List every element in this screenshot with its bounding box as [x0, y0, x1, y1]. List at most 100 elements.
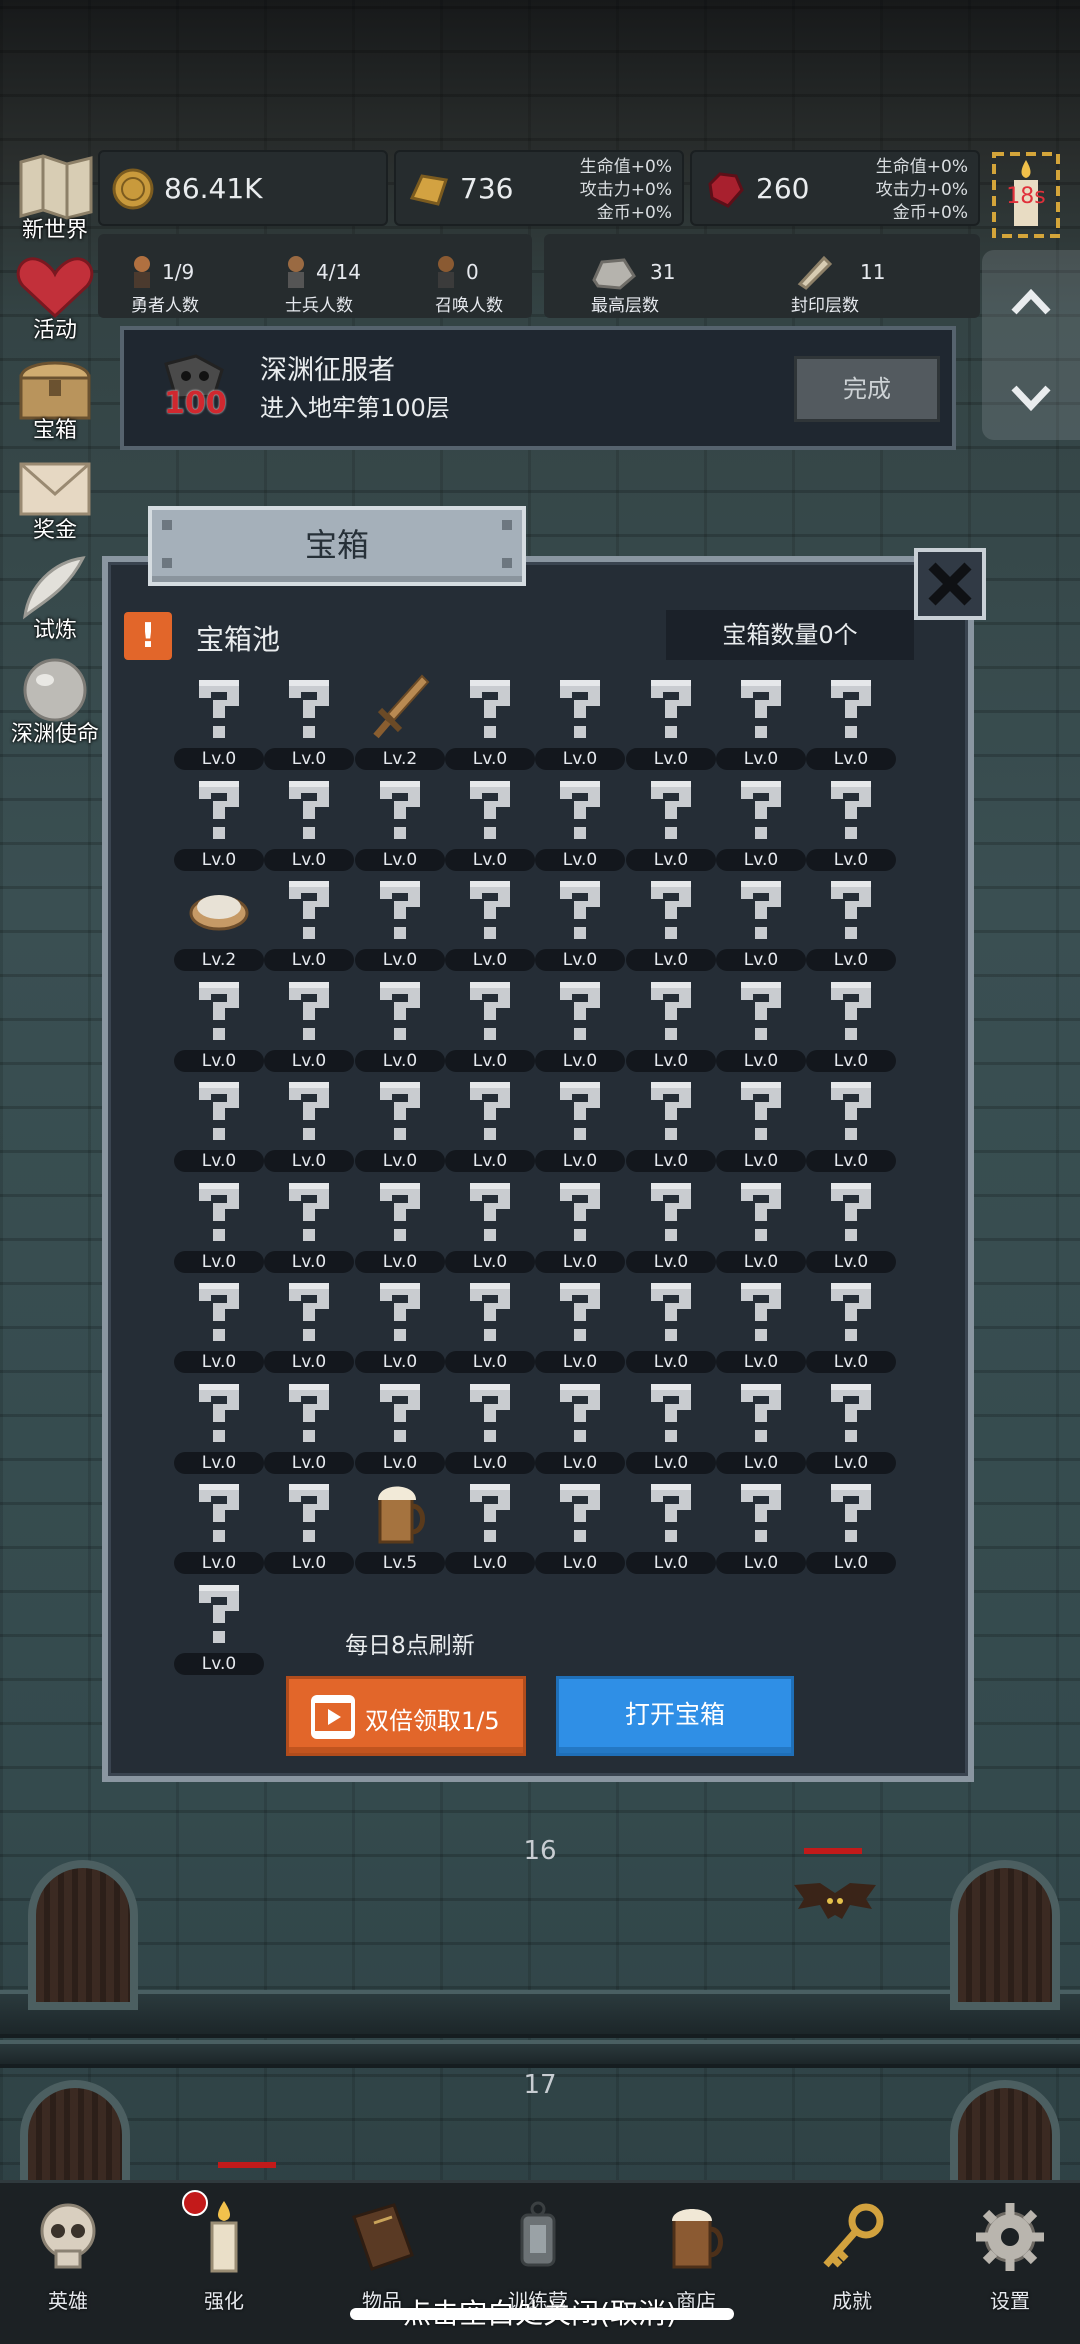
chest-item-cell[interactable]: Lv.0 — [626, 974, 716, 1072]
chest-item-cell[interactable]: Lv.0 — [806, 873, 896, 971]
chest-item-cell[interactable]: Lv.0 — [264, 1376, 354, 1474]
chest-item-cell[interactable]: Lv.0 — [626, 1275, 716, 1373]
chest-item-cell[interactable]: Lv.0 — [174, 1275, 264, 1373]
chest-item-cell[interactable]: Lv.0 — [264, 1175, 354, 1273]
chest-item-cell[interactable]: Lv.0 — [535, 672, 625, 770]
chest-item-cell[interactable]: Lv.0 — [716, 873, 806, 971]
item-level: Lv.0 — [535, 1452, 625, 1474]
arrow-up-icon[interactable] — [1008, 280, 1054, 326]
chest-item-cell[interactable]: Lv.0 — [264, 974, 354, 1072]
beer-mug-icon — [378, 1486, 425, 1544]
chest-item-cell[interactable]: Lv.0 — [535, 1275, 625, 1373]
chest-item-cell[interactable]: Lv.0 — [535, 1476, 625, 1574]
chest-item-cell[interactable]: Lv.2 — [355, 672, 445, 770]
item-level: Lv.0 — [806, 1351, 896, 1373]
chest-item-cell[interactable]: Lv.0 — [716, 974, 806, 1072]
chest-item-cell[interactable]: Lv.0 — [806, 1476, 896, 1574]
chest-item-cell[interactable]: Lv.0 — [716, 672, 806, 770]
chest-item-cell[interactable]: Lv.0 — [355, 873, 445, 971]
item-level: Lv.0 — [174, 748, 264, 770]
chest-item-cell[interactable]: Lv.0 — [445, 1074, 535, 1172]
chest-item-cell[interactable]: Lv.0 — [626, 1376, 716, 1474]
candle-timer[interactable]: 18s — [986, 150, 1066, 240]
chest-item-cell[interactable]: Lv.0 — [264, 672, 354, 770]
close-button[interactable] — [914, 548, 986, 620]
chest-item-cell[interactable]: Lv.0 — [264, 873, 354, 971]
item-level: Lv.0 — [626, 1452, 716, 1474]
chest-item-cell[interactable]: Lv.0 — [626, 672, 716, 770]
chest-item-cell[interactable]: Lv.0 — [445, 1476, 535, 1574]
side-menu-bonus[interactable]: 奖金 — [0, 452, 110, 543]
stat-label: 勇者人数 — [131, 296, 199, 316]
chest-item-cell[interactable]: Lv.5 — [355, 1476, 445, 1574]
chest-item-cell[interactable]: Lv.0 — [535, 1175, 625, 1273]
open-chest-button[interactable]: 打开宝箱 — [556, 1676, 794, 1756]
chest-item-cell[interactable]: Lv.0 — [174, 1175, 264, 1273]
chest-item-cell[interactable]: Lv.0 — [445, 773, 535, 871]
chest-item-cell[interactable]: Lv.0 — [806, 1376, 896, 1474]
item-level: Lv.5 — [355, 1552, 445, 1574]
chest-item-cell[interactable]: Lv.0 — [716, 1376, 806, 1474]
chest-item-cell[interactable]: Lv.0 — [264, 773, 354, 871]
chest-item-cell[interactable]: Lv.0 — [716, 1275, 806, 1373]
chest-item-cell[interactable]: Lv.0 — [355, 773, 445, 871]
chest-item-cell[interactable]: Lv.0 — [535, 873, 625, 971]
chest-item-cell[interactable]: Lv.0 — [626, 1074, 716, 1172]
home-indicator[interactable] — [350, 2308, 734, 2320]
chest-item-cell[interactable]: Lv.0 — [174, 1074, 264, 1172]
chest-item-cell[interactable]: Lv.0 — [806, 1275, 896, 1373]
chest-item-cell[interactable]: Lv.0 — [355, 1175, 445, 1273]
chest-item-cell[interactable]: Lv.0 — [355, 1074, 445, 1172]
chest-item-cell[interactable]: Lv.0 — [535, 1376, 625, 1474]
chest-item-cell[interactable]: Lv.0 — [806, 1074, 896, 1172]
chest-item-cell[interactable]: Lv.0 — [355, 1275, 445, 1373]
chest-item-cell[interactable]: Lv.0 — [716, 1476, 806, 1574]
item-level: Lv.0 — [806, 1452, 896, 1474]
side-menu-label: 活动 — [32, 318, 77, 343]
chest-item-cell[interactable]: Lv.0 — [806, 773, 896, 871]
chest-item-cell[interactable]: Lv.0 — [626, 773, 716, 871]
chest-item-cell[interactable]: Lv.0 — [445, 1376, 535, 1474]
chest-item-cell[interactable]: Lv.0 — [445, 974, 535, 1072]
chest-item-cell[interactable]: Lv.0 — [264, 1074, 354, 1172]
chest-item-cell[interactable]: Lv.0 — [445, 873, 535, 971]
chest-item-cell[interactable]: Lv.0 — [445, 1175, 535, 1273]
chest-item-cell[interactable]: Lv.0 — [626, 1476, 716, 1574]
chest-item-cell[interactable]: Lv.0 — [535, 773, 625, 871]
double-claim-button[interactable]: 双倍领取1/5 — [286, 1676, 526, 1756]
chest-item-cell[interactable]: Lv.0 — [174, 1376, 264, 1474]
chest-item-cell[interactable]: Lv.0 — [445, 1275, 535, 1373]
chest-item-cell[interactable]: Lv.0 — [806, 1175, 896, 1273]
chest-item-cell[interactable]: Lv.0 — [626, 1175, 716, 1273]
chest-item-cell[interactable]: Lv.2 — [174, 873, 264, 971]
chest-item-cell[interactable]: Lv.0 — [716, 1175, 806, 1273]
gold-coin-icon — [112, 168, 154, 210]
chest-item-cell[interactable]: Lv.0 — [445, 672, 535, 770]
chest-item-cell[interactable]: Lv.0 — [174, 1577, 264, 1675]
side-menu-events[interactable]: 活动 — [0, 252, 110, 343]
chest-item-cell[interactable]: Lv.0 — [626, 873, 716, 971]
chest-item-cell[interactable]: Lv.0 — [264, 1476, 354, 1574]
chest-item-cell[interactable]: Lv.0 — [264, 1275, 354, 1373]
chest-item-cell[interactable]: Lv.0 — [174, 773, 264, 871]
chest-item-cell[interactable]: Lv.0 — [174, 974, 264, 1072]
chest-item-cell[interactable]: Lv.0 — [806, 974, 896, 1072]
chest-item-cell[interactable]: Lv.0 — [806, 672, 896, 770]
item-level: Lv.0 — [716, 849, 806, 871]
chest-item-cell[interactable]: Lv.0 — [535, 974, 625, 1072]
chest-item-cell[interactable]: Lv.0 — [174, 1476, 264, 1574]
chest-item-cell[interactable]: Lv.0 — [716, 773, 806, 871]
side-menu-new-world[interactable]: 新世界 — [0, 152, 110, 243]
side-menu-trial[interactable]: 试炼 — [0, 552, 110, 643]
chest-item-cell[interactable]: Lv.0 — [355, 1376, 445, 1474]
chest-item-cell[interactable]: Lv.0 — [716, 1074, 806, 1172]
chest-item-cell[interactable]: Lv.0 — [535, 1074, 625, 1172]
bat-icon[interactable] — [790, 1875, 880, 1935]
chest-item-cell[interactable]: Lv.0 — [355, 974, 445, 1072]
chest-item-cell[interactable]: Lv.0 — [174, 672, 264, 770]
unknown-icon — [831, 1183, 871, 1241]
arrow-down-icon[interactable] — [1008, 374, 1054, 420]
side-menu-abyss-mission[interactable]: 深渊使命 — [0, 656, 110, 747]
side-menu-chest[interactable]: 宝箱 — [0, 352, 110, 443]
quest-complete-button[interactable]: 完成 — [794, 356, 940, 422]
